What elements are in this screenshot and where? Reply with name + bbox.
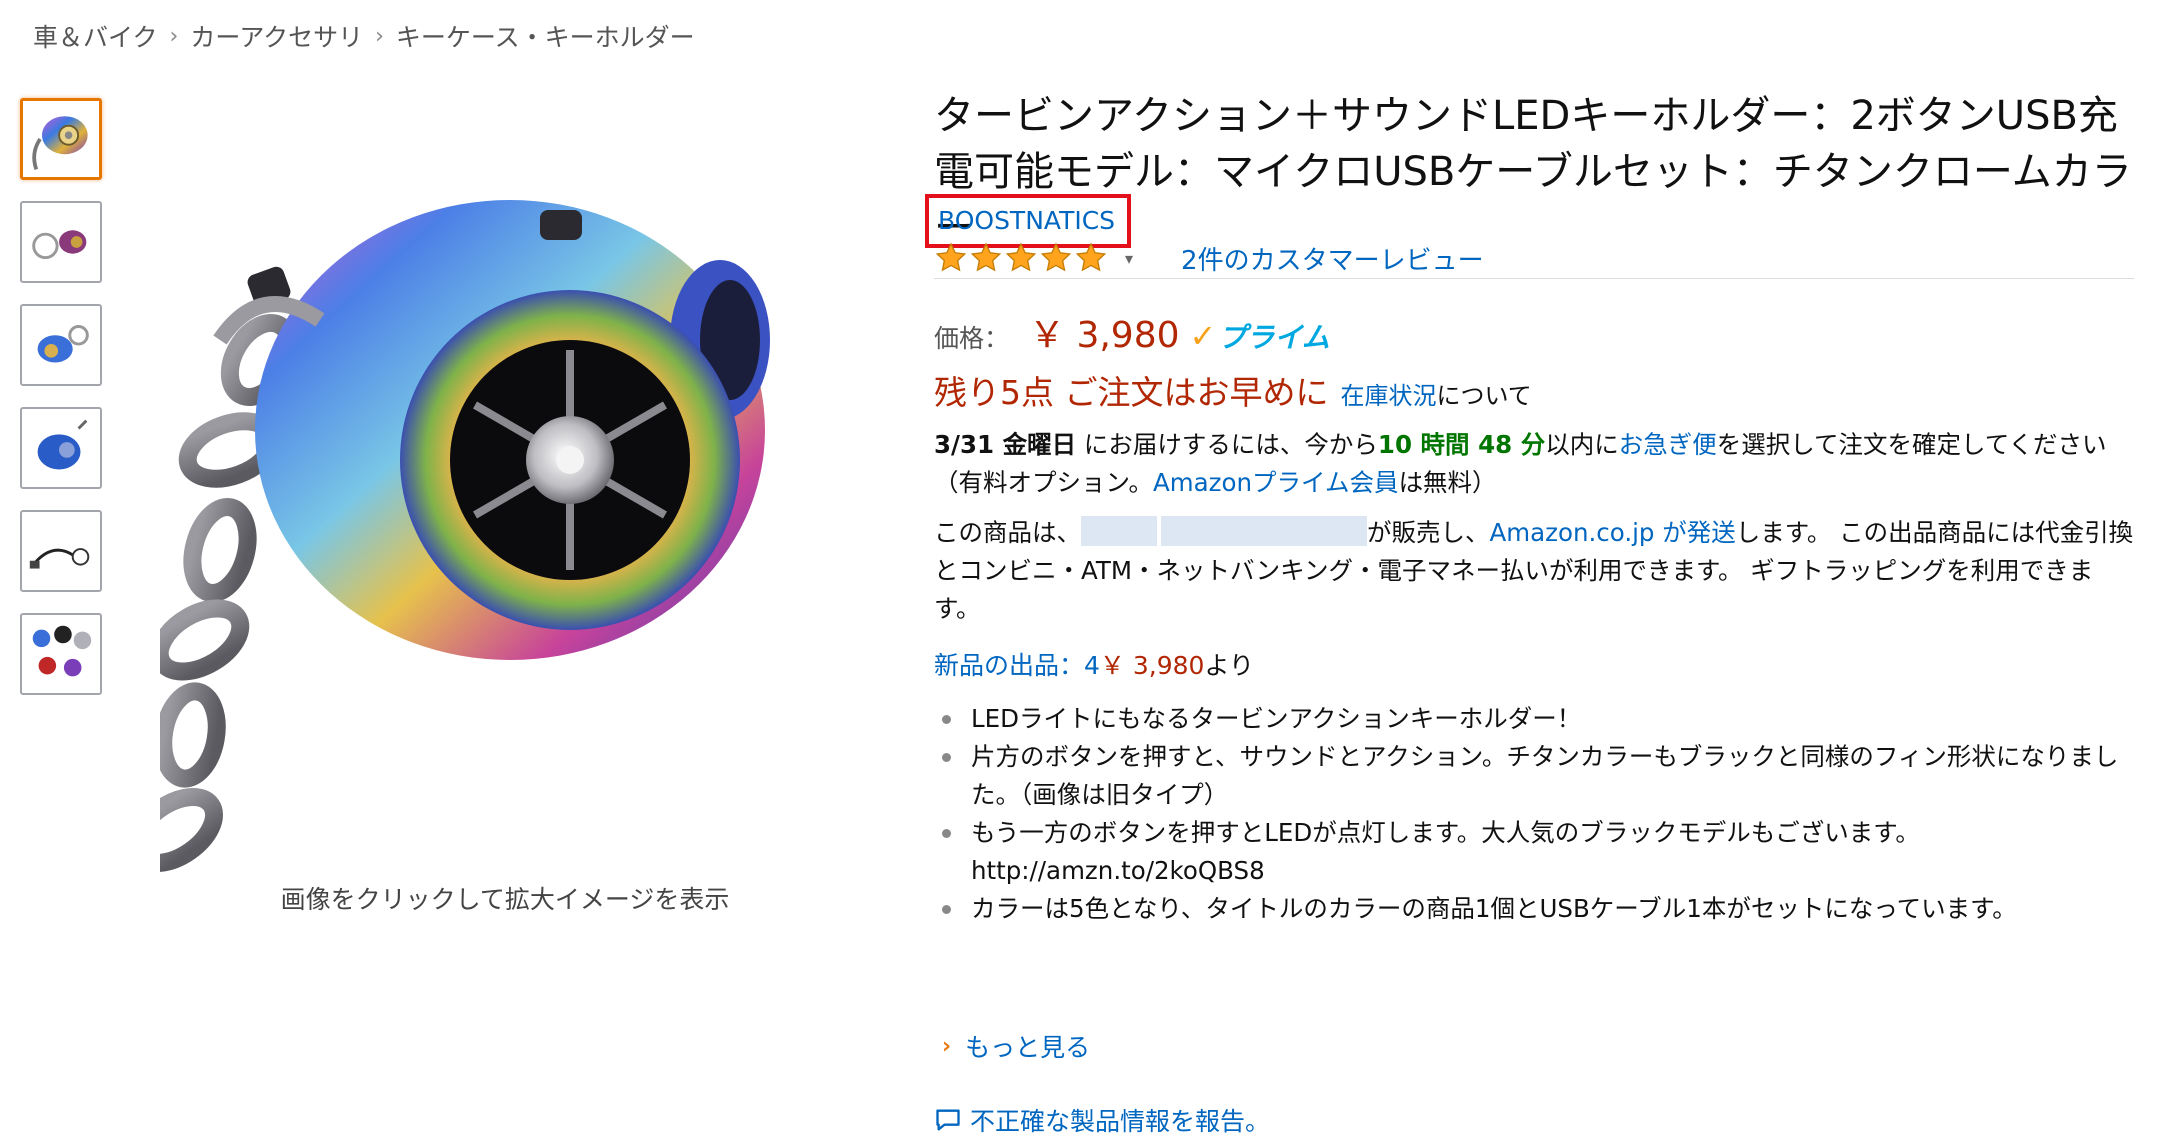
feature-bullet: カラーは5色となり、タイトルのカラーの商品1個とUSBケーブル1本がセットになっ…: [934, 890, 2134, 928]
breadcrumb-item-car-accessory[interactable]: カーアクセサリ: [190, 18, 363, 54]
brand-link[interactable]: BOOSTNATICS: [938, 206, 1115, 235]
delivery-text: 以内に: [1545, 430, 1619, 459]
thumbnail-6[interactable]: [20, 613, 102, 695]
product-details: タービンアクション＋サウンドLEDキーホルダー：2ボタンUSB充電可能モデル：マ…: [925, 88, 2134, 1136]
feature-bullet: LEDライトにもなるタービンアクションキーホルダー！: [934, 700, 2134, 738]
report-incorrect-info-link[interactable]: 不正確な製品情報を報告。: [934, 1102, 1270, 1138]
image-zoom-caption: 画像をクリックして拡大イメージを表示: [280, 885, 730, 914]
prime-check-icon: ✓: [1189, 317, 1217, 355]
see-more-label: もっと見る: [965, 1033, 1091, 1062]
star-rating[interactable]: [934, 242, 1109, 274]
feature-bullet-text: 片方のボタンを押すと、サウンドとアクション。チタンカラーもブラックと同様のフィン…: [971, 742, 2119, 809]
new-offers: 新品の出品：4￥ 3,980より: [934, 646, 1254, 682]
prime-label: プライム: [1218, 321, 1330, 354]
price-label: 価格：: [934, 324, 1010, 353]
prime-badge[interactable]: ✓ プライム: [1190, 316, 1330, 356]
main-product-image[interactable]: [160, 190, 850, 880]
feature-bullet: もう一方のボタンを押すとLEDが点灯します。大人気のブラックモデルもございます。…: [934, 814, 2134, 890]
price-value: ￥ 3,980: [1029, 315, 1180, 356]
breadcrumb-separator-icon: ›: [375, 23, 384, 49]
breadcrumb-item-car-bike[interactable]: 車＆バイク: [33, 18, 158, 54]
delivery-date: 3/31 金曜日: [934, 430, 1077, 459]
color-variants-thumbnail-image: [32, 625, 92, 677]
amazon-fulfillment-link[interactable]: Amazon.co.jp が発送: [1490, 518, 1736, 547]
feature-bullet: 片方のボタンを押すと、サウンドとアクション。チタンカラーもブラックと同様のフィン…: [934, 738, 2134, 814]
star-icon: [1040, 242, 1072, 272]
star-icon: [935, 242, 967, 272]
star-icon: [970, 242, 1002, 272]
thumbnail-3[interactable]: [20, 304, 102, 386]
breadcrumb: 車＆バイク › カーアクセサリ › キーケース・キーホルダー: [33, 18, 695, 54]
stock-status-suffix: について: [1436, 382, 1532, 410]
turbo-keychain-main-image: [160, 200, 770, 873]
stock-warning: 残り5点 ご注文はお早めに: [934, 373, 1329, 412]
report-label: 不正確な製品情報を報告。: [970, 1107, 1271, 1136]
turbo-keychain-thumbnail-image: [37, 325, 89, 363]
thumbnail-5[interactable]: [20, 510, 102, 592]
feature-bullet-text: LEDライトにもなるタービンアクションキーホルダー！: [971, 704, 1582, 733]
delivery-countdown: 10 時間 48 分: [1377, 430, 1546, 459]
usb-cable-thumbnail-image: [29, 548, 90, 569]
seller-text: が販売し、: [1367, 518, 1490, 547]
bullet-dot-icon: [942, 753, 951, 762]
stock-status-link[interactable]: 在庫状況: [1341, 376, 1437, 411]
feature-bullet-text: カラーは5色となり、タイトルのカラーの商品1個とUSBケーブル1本がセットになっ…: [971, 894, 2017, 923]
express-delivery-link[interactable]: お急ぎ便: [1619, 430, 1717, 459]
feature-bullets: LEDライトにもなるタービンアクションキーホルダー！ 片方のボタンを押すと、サウ…: [934, 700, 2134, 928]
breadcrumb-item-key-case[interactable]: キーケース・キーホルダー: [396, 18, 695, 54]
thumbnail-1[interactable]: [20, 98, 102, 180]
rating-row: ▾ 2件のカスタマーレビュー: [934, 238, 1484, 278]
turbo-keychain-thumbnail-image: [32, 116, 88, 171]
bullet-dot-icon: [942, 829, 951, 838]
see-more-link[interactable]: › もっと見る: [942, 1028, 1090, 1064]
divider: [934, 278, 2134, 279]
star-icon: [1075, 242, 1107, 272]
turbo-keychain-thumbnail-image: [32, 230, 87, 260]
feature-bullet-text: もう一方のボタンを押すとLEDが点灯します。大人気のブラックモデルもございます。…: [971, 818, 1920, 885]
new-offers-suffix: より: [1204, 651, 1254, 680]
chevron-right-icon: ›: [942, 1033, 952, 1059]
bullet-dot-icon: [942, 905, 951, 914]
turbo-keychain-thumbnail-image: [37, 419, 88, 470]
chevron-down-icon[interactable]: ▾: [1125, 249, 1133, 268]
seller-info: この商品は、 が販売し、Amazon.co.jp が発送します。 この出品商品には…: [934, 514, 2134, 628]
thumbnail-2[interactable]: [20, 201, 102, 283]
price-row: 価格： ￥ 3,980 ✓ プライム: [934, 306, 1330, 358]
new-offers-link[interactable]: 新品の出品：4: [934, 651, 1100, 680]
delivery-text: は無料）: [1398, 468, 1497, 497]
stock-row: 残り5点 ご注文はお早めに 在庫状況 について: [934, 366, 1532, 414]
breadcrumb-separator-icon: ›: [169, 23, 179, 49]
redacted-seller-name: [1081, 516, 1367, 546]
thumbnail-strip: [20, 98, 106, 716]
delivery-message: 3/31 金曜日 にお届けするには、今から10 時間 48 分以内にお急ぎ便を選…: [934, 426, 2134, 502]
prime-member-link[interactable]: Amazonプライム会員: [1153, 468, 1399, 497]
customer-reviews-link[interactable]: 2件のカスタマーレビュー: [1181, 240, 1484, 277]
speech-bubble-icon: [936, 1109, 960, 1131]
bullet-dot-icon: [942, 715, 951, 724]
seller-text: この商品は、: [934, 518, 1081, 547]
new-offers-price: ￥ 3,980: [1099, 651, 1205, 680]
delivery-text: にお届けするには、今から: [1076, 430, 1378, 459]
star-icon: [1005, 242, 1037, 272]
thumbnail-4[interactable]: [20, 407, 102, 489]
